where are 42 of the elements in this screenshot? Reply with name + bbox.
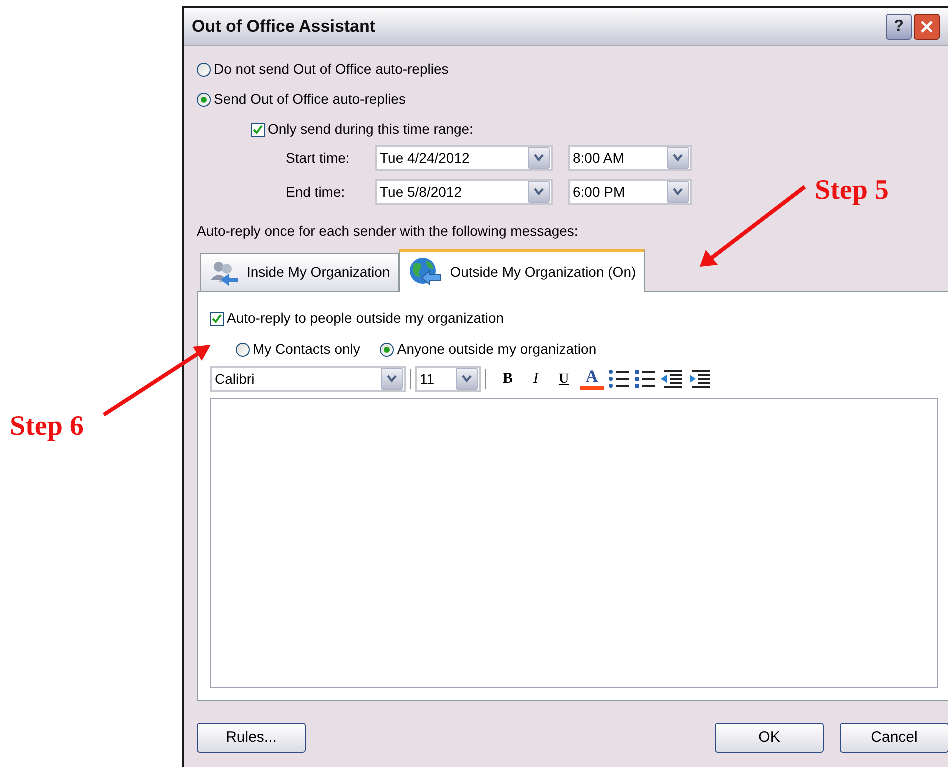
radio-label: My Contacts only — [253, 340, 360, 359]
radio-button[interactable] — [197, 62, 211, 76]
time-dropdown[interactable]: 6:00 PM — [568, 179, 692, 205]
tab[interactable]: Inside My Organization — [200, 253, 400, 291]
close-button[interactable] — [914, 14, 940, 40]
font-dropdown[interactable]: Calibri — [210, 366, 406, 392]
checkbox[interactable] — [251, 122, 265, 136]
font-color-button[interactable]: A — [580, 368, 604, 390]
underline-button[interactable]: U — [552, 368, 576, 390]
radio-label: Send Out of Office auto-replies — [214, 90, 406, 109]
date-dropdown[interactable]: Tue 5/8/2012 — [375, 179, 553, 205]
numbered-list-icon[interactable] — [634, 369, 656, 389]
bold-button[interactable]: B — [496, 368, 520, 390]
radio-button[interactable] — [197, 92, 211, 106]
checkbox-label: Only send during this time range: — [268, 120, 474, 139]
window-title: Out of Office Assistant — [192, 16, 376, 38]
rules-button[interactable]: Rules... — [197, 723, 306, 753]
increase-indent-icon[interactable] — [688, 369, 712, 389]
date-dropdown[interactable]: Tue 4/24/2012 — [375, 145, 553, 171]
radio-label: Do not send Out of Office auto-replies — [214, 60, 449, 79]
tab[interactable]: Outside My Organization (On) — [399, 249, 646, 292]
people-icon — [209, 260, 239, 286]
time-label: Start time: — [286, 148, 351, 168]
ok-button[interactable]: OK — [715, 723, 824, 753]
step-label: Step 5 — [815, 174, 889, 208]
time-label: End time: — [286, 182, 346, 202]
radio-button[interactable] — [236, 342, 250, 356]
italic-button[interactable]: I — [524, 368, 548, 390]
help-button[interactable]: ? — [886, 14, 912, 40]
font-size-dropdown[interactable]: 11 — [415, 366, 481, 392]
radio-label: Anyone outside my organization — [397, 340, 597, 359]
time-dropdown[interactable]: 8:00 AM — [568, 145, 692, 171]
messages-label: Auto-reply once for each sender with the following messages: — [197, 222, 580, 241]
globe-icon — [408, 257, 442, 287]
cancel-button[interactable]: Cancel — [840, 723, 948, 753]
radio-button[interactable] — [380, 342, 394, 356]
checkbox[interactable] — [210, 312, 224, 326]
decrease-indent-icon[interactable] — [660, 369, 684, 389]
checkbox-label: Auto-reply to people outside my organization — [227, 309, 504, 328]
step-label: Step 6 — [10, 410, 84, 444]
close-icon — [920, 20, 934, 34]
bullet-list-icon[interactable] — [608, 369, 630, 389]
